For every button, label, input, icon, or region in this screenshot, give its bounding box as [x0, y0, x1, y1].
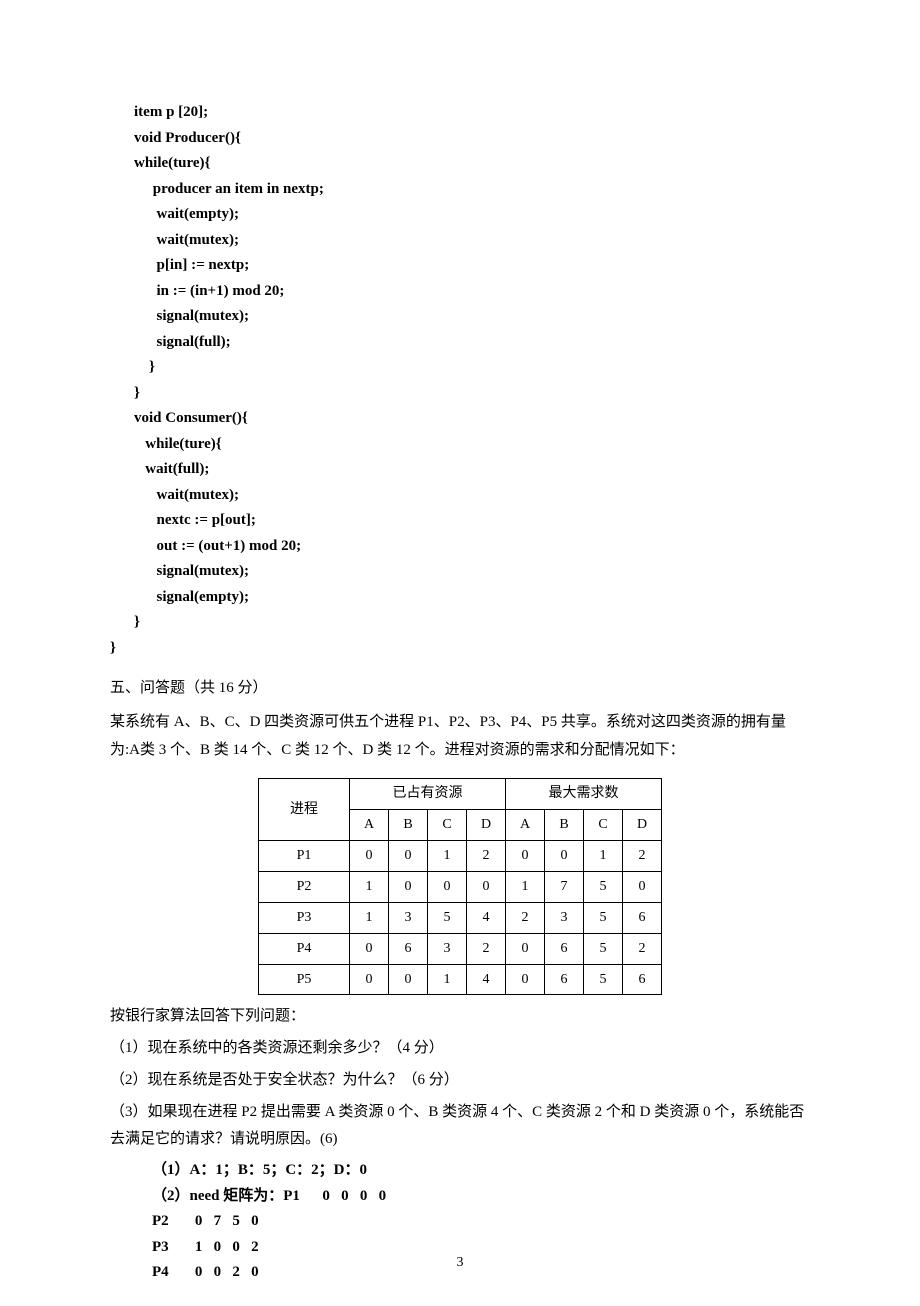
cell: 2 [467, 841, 506, 872]
code-close-brace: } [110, 636, 810, 662]
header-process: 进程 [259, 779, 350, 841]
resource-table: 进程 已占有资源 最大需求数 A B C D A B C D P1 0 0 1 … [258, 778, 662, 995]
sub-b1: B [389, 810, 428, 841]
bank-intro: 按银行家算法回答下列问题： [110, 1003, 810, 1031]
cell: 2 [506, 902, 545, 933]
cell: 0 [350, 964, 389, 995]
cell: 5 [584, 871, 623, 902]
subquestion-1: （1）现在系统中的各类资源还剩余多少？（4 分） [110, 1035, 810, 1063]
cell: 0 [545, 841, 584, 872]
cell: 0 [389, 964, 428, 995]
code-block: item p [20]; void Producer(){ while(ture… [134, 100, 810, 636]
cell: 1 [584, 841, 623, 872]
cell: 0 [428, 871, 467, 902]
cell: 0 [389, 871, 428, 902]
cell: 1 [428, 964, 467, 995]
cell: 0 [467, 871, 506, 902]
table-row: P5 0 0 1 4 0 6 5 6 [259, 964, 662, 995]
cell: 2 [467, 933, 506, 964]
cell: 5 [428, 902, 467, 933]
document-page: item p [20]; void Producer(){ while(ture… [0, 0, 920, 1306]
cell: 5 [584, 933, 623, 964]
sub-a2: A [506, 810, 545, 841]
table-row: P3 1 3 5 4 2 3 5 6 [259, 902, 662, 933]
cell: 0 [506, 964, 545, 995]
cell: 5 [584, 902, 623, 933]
sub-a1: A [350, 810, 389, 841]
cell: 0 [389, 841, 428, 872]
cell: 5 [584, 964, 623, 995]
cell: 1 [350, 902, 389, 933]
cell: 2 [623, 933, 662, 964]
cell: 6 [623, 902, 662, 933]
cell: 3 [389, 902, 428, 933]
cell: 6 [623, 964, 662, 995]
section-5-title: 五、问答题（共 16 分） [110, 675, 810, 703]
cell: 2 [623, 841, 662, 872]
sub-c2: C [584, 810, 623, 841]
table-row: P2 1 0 0 0 1 7 5 0 [259, 871, 662, 902]
cell: 4 [467, 902, 506, 933]
cell: 6 [389, 933, 428, 964]
cell: 3 [545, 902, 584, 933]
question-intro: 某系统有 A、B、C、D 四类资源可供五个进程 P1、P2、P3、P4、P5 共… [110, 709, 810, 765]
header-allocated: 已占有资源 [350, 779, 506, 810]
sub-d2: D [623, 810, 662, 841]
cell: 6 [545, 964, 584, 995]
cell: 0 [506, 933, 545, 964]
page-number: 3 [0, 1250, 920, 1276]
sub-b2: B [545, 810, 584, 841]
table-row: P4 0 6 3 2 0 6 5 2 [259, 933, 662, 964]
cell: 0 [350, 933, 389, 964]
cell-process: P1 [259, 841, 350, 872]
cell-process: P5 [259, 964, 350, 995]
subquestion-2: （2）现在系统是否处于安全状态？为什么？（6 分） [110, 1067, 810, 1095]
table-header-row: 进程 已占有资源 最大需求数 [259, 779, 662, 810]
sub-d1: D [467, 810, 506, 841]
sub-c1: C [428, 810, 467, 841]
table-row: P1 0 0 1 2 0 0 1 2 [259, 841, 662, 872]
cell-process: P4 [259, 933, 350, 964]
subquestion-3: （3）如果现在进程 P2 提出需要 A 类资源 0 个、B 类资源 4 个、C … [110, 1099, 810, 1155]
cell: 1 [350, 871, 389, 902]
cell: 1 [506, 871, 545, 902]
header-max: 最大需求数 [506, 779, 662, 810]
cell: 4 [467, 964, 506, 995]
cell: 1 [428, 841, 467, 872]
cell: 0 [350, 841, 389, 872]
cell-process: P3 [259, 902, 350, 933]
cell-process: P2 [259, 871, 350, 902]
cell: 3 [428, 933, 467, 964]
cell: 7 [545, 871, 584, 902]
cell: 0 [506, 841, 545, 872]
cell: 6 [545, 933, 584, 964]
cell: 0 [623, 871, 662, 902]
